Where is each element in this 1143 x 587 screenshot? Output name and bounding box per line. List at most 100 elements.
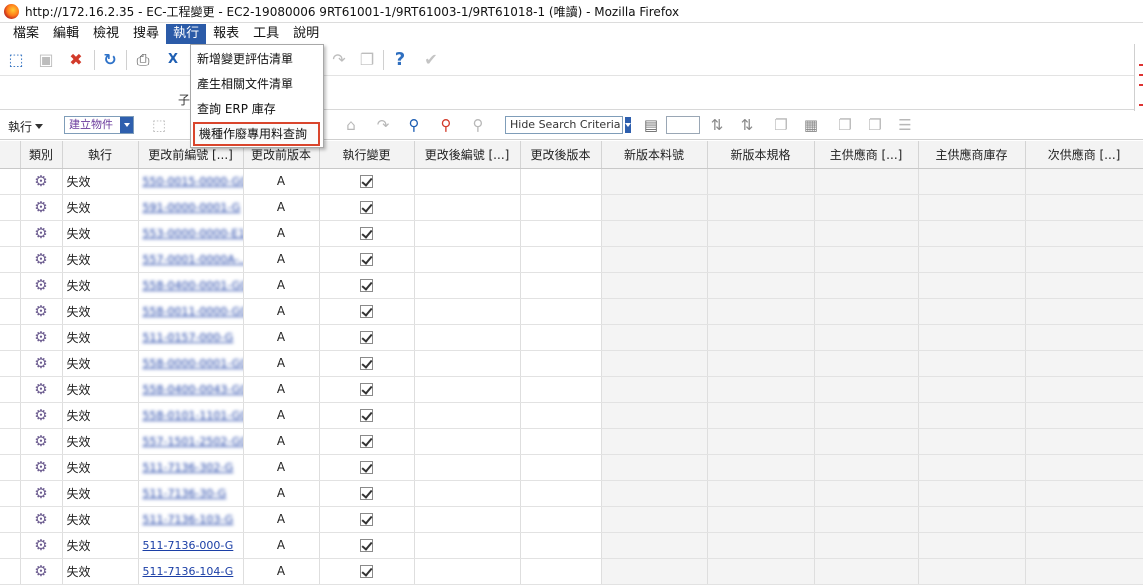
column-header-category[interactable]: 類別 — [20, 141, 63, 169]
menu-tools[interactable]: 工具 — [246, 24, 286, 44]
old-number-link[interactable]: 591-0000-0001-G — [143, 201, 241, 214]
gear-icon[interactable]: ⚙ — [34, 380, 47, 398]
new-revision-cell[interactable] — [520, 402, 602, 429]
apply-change-checkbox[interactable] — [360, 539, 373, 552]
clipboard-icon[interactable]: ❐ — [358, 51, 376, 69]
old-number-link[interactable]: 511-7136-103-G — [143, 513, 234, 526]
menu-search[interactable]: 搜尋 — [126, 24, 166, 44]
new-revision-cell[interactable] — [520, 272, 602, 299]
table-row[interactable]: ⚙ 失效 557-1501-2502-G01 A — [0, 428, 1143, 455]
add-row-icon[interactable]: ⬚ — [150, 116, 168, 134]
old-number-link[interactable]: 558-0000-0001-G01 — [143, 357, 243, 370]
new-revision-cell[interactable] — [520, 376, 602, 403]
new-number-cell[interactable] — [414, 428, 521, 455]
sort-ascending-icon[interactable]: ⇅ — [708, 116, 726, 134]
menu-view[interactable]: 檢視 — [86, 24, 126, 44]
new-number-cell[interactable] — [414, 194, 521, 221]
copy-icon[interactable]: ❐ — [836, 116, 854, 134]
column-header-new-part-number[interactable]: 新版本料號 — [601, 141, 708, 169]
apply-change-checkbox[interactable] — [360, 487, 373, 500]
new-number-cell[interactable] — [414, 298, 521, 325]
menu-item-query-erp-inventory[interactable]: 查詢 ERP 庫存 — [192, 97, 322, 121]
gear-icon[interactable]: ⚙ — [34, 224, 47, 242]
document-icon[interactable]: ❐ — [772, 116, 790, 134]
new-revision-cell[interactable] — [520, 168, 602, 195]
new-number-cell[interactable] — [414, 480, 521, 507]
apply-change-checkbox[interactable] — [360, 565, 373, 578]
apply-change-checkbox[interactable] — [360, 201, 373, 214]
menu-item-new-change-evaluation-list[interactable]: 新增變更評估清單 — [192, 47, 322, 71]
grid-icon[interactable]: ▦ — [802, 116, 820, 134]
save-icon[interactable]: ▣ — [37, 51, 55, 69]
table-row[interactable]: ⚙ 失效 557-0001-0000A-... A — [0, 246, 1143, 273]
apply-change-checkbox[interactable] — [360, 409, 373, 422]
new-revision-cell[interactable] — [520, 246, 602, 273]
old-number-link[interactable]: 511-7136-104-G — [143, 565, 234, 578]
new-number-cell[interactable] — [414, 324, 521, 351]
search-icon[interactable]: ⚲ — [405, 116, 423, 134]
clear-search-icon[interactable]: ⚲ — [437, 116, 455, 134]
new-revision-cell[interactable] — [520, 532, 602, 559]
old-number-link[interactable]: 511-7136-30-G — [143, 487, 227, 500]
menu-help[interactable]: 說明 — [286, 24, 326, 44]
old-number-link[interactable]: 553-0000-0000-E10 — [143, 227, 243, 240]
column-header-new-spec[interactable]: 新版本規格 — [707, 141, 815, 169]
table-row[interactable]: ⚙ 失效 553-0000-0000-E10 A — [0, 220, 1143, 247]
menu-item-obsolete-model-parts-query[interactable]: 機種作廢專用料查詢 — [193, 122, 320, 146]
apply-change-checkbox[interactable] — [360, 435, 373, 448]
table-row[interactable]: ⚙ 失效 558-0011-0000-G01 A — [0, 298, 1143, 325]
delete-icon[interactable]: ✖ — [67, 51, 85, 69]
create-object-select[interactable]: 建立物件 — [64, 116, 134, 134]
page-size-input[interactable] — [666, 116, 700, 134]
gear-icon[interactable]: ⚙ — [34, 276, 47, 294]
unlock-icon[interactable]: ⌂ — [342, 116, 360, 134]
old-number-link[interactable]: 557-1501-2502-G01 — [143, 435, 243, 448]
old-number-link[interactable]: 558-0011-0000-G01 — [143, 305, 243, 318]
menu-report[interactable]: 報表 — [206, 24, 246, 44]
new-revision-cell[interactable] — [520, 428, 602, 455]
column-header-apply-change[interactable]: 執行變更 — [319, 141, 415, 169]
old-number-link[interactable]: 511-7136-000-G — [143, 539, 234, 552]
new-number-cell[interactable] — [414, 532, 521, 559]
new-document-icon[interactable]: ⬚ — [7, 51, 25, 69]
new-revision-cell[interactable] — [520, 324, 602, 351]
gear-icon[interactable]: ⚙ — [34, 458, 47, 476]
old-number-link[interactable]: 511-0157-000-G — [143, 331, 234, 344]
new-revision-cell[interactable] — [520, 194, 602, 221]
apply-change-checkbox[interactable] — [360, 383, 373, 396]
paste-icon[interactable]: ❐ — [866, 116, 884, 134]
redo-icon[interactable]: ↷ — [374, 116, 392, 134]
table-row[interactable]: ⚙ 失效 558-0101-1101-G00 A — [0, 402, 1143, 429]
table-row[interactable]: ⚙ 失效 558-0000-0001-G01 A — [0, 350, 1143, 377]
gear-icon[interactable]: ⚙ — [34, 250, 47, 268]
column-header-main-supplier[interactable]: 主供應商 [...] — [814, 141, 919, 169]
new-revision-cell[interactable] — [520, 350, 602, 377]
column-header-main-supplier-stock[interactable]: 主供應商庫存 — [918, 141, 1026, 169]
apply-change-checkbox[interactable] — [360, 331, 373, 344]
search-criteria-select[interactable]: Hide Search Criteria — [505, 116, 631, 134]
table-row[interactable]: ⚙ 失效 558-0400-0001-G01 A — [0, 272, 1143, 299]
table-row[interactable]: ⚙ 失效 511-7136-000-G A — [0, 532, 1143, 559]
table-row[interactable]: ⚙ 失效 558-0400-0043-G01 A — [0, 376, 1143, 403]
new-number-cell[interactable] — [414, 272, 521, 299]
table-row[interactable]: ⚙ 失效 511-7136-104-G A — [0, 558, 1143, 585]
column-header-execute[interactable]: 執行 — [62, 141, 139, 169]
new-number-cell[interactable] — [414, 558, 521, 585]
column-header-secondary-supplier[interactable]: 次供應商 [...] — [1025, 141, 1143, 169]
new-number-cell[interactable] — [414, 168, 521, 195]
new-revision-cell[interactable] — [520, 506, 602, 533]
execute-action-menu[interactable]: 執行 — [8, 118, 44, 135]
new-number-cell[interactable] — [414, 350, 521, 377]
column-header-new-revision[interactable]: 更改後版本 — [520, 141, 602, 169]
column-header-new-number[interactable]: 更改後編號 [...] — [414, 141, 521, 169]
new-revision-cell[interactable] — [520, 558, 602, 585]
gear-icon[interactable]: ⚙ — [34, 172, 47, 190]
table-row[interactable]: ⚙ 失效 511-7136-30-G A — [0, 480, 1143, 507]
excel-export-icon[interactable]: X — [164, 51, 182, 69]
print-icon[interactable]: ⎙ — [134, 51, 152, 69]
gear-icon[interactable]: ⚙ — [34, 484, 47, 502]
apply-change-checkbox[interactable] — [360, 175, 373, 188]
new-number-cell[interactable] — [414, 506, 521, 533]
help-icon[interactable]: ? — [391, 51, 409, 69]
gear-icon[interactable]: ⚙ — [34, 510, 47, 528]
